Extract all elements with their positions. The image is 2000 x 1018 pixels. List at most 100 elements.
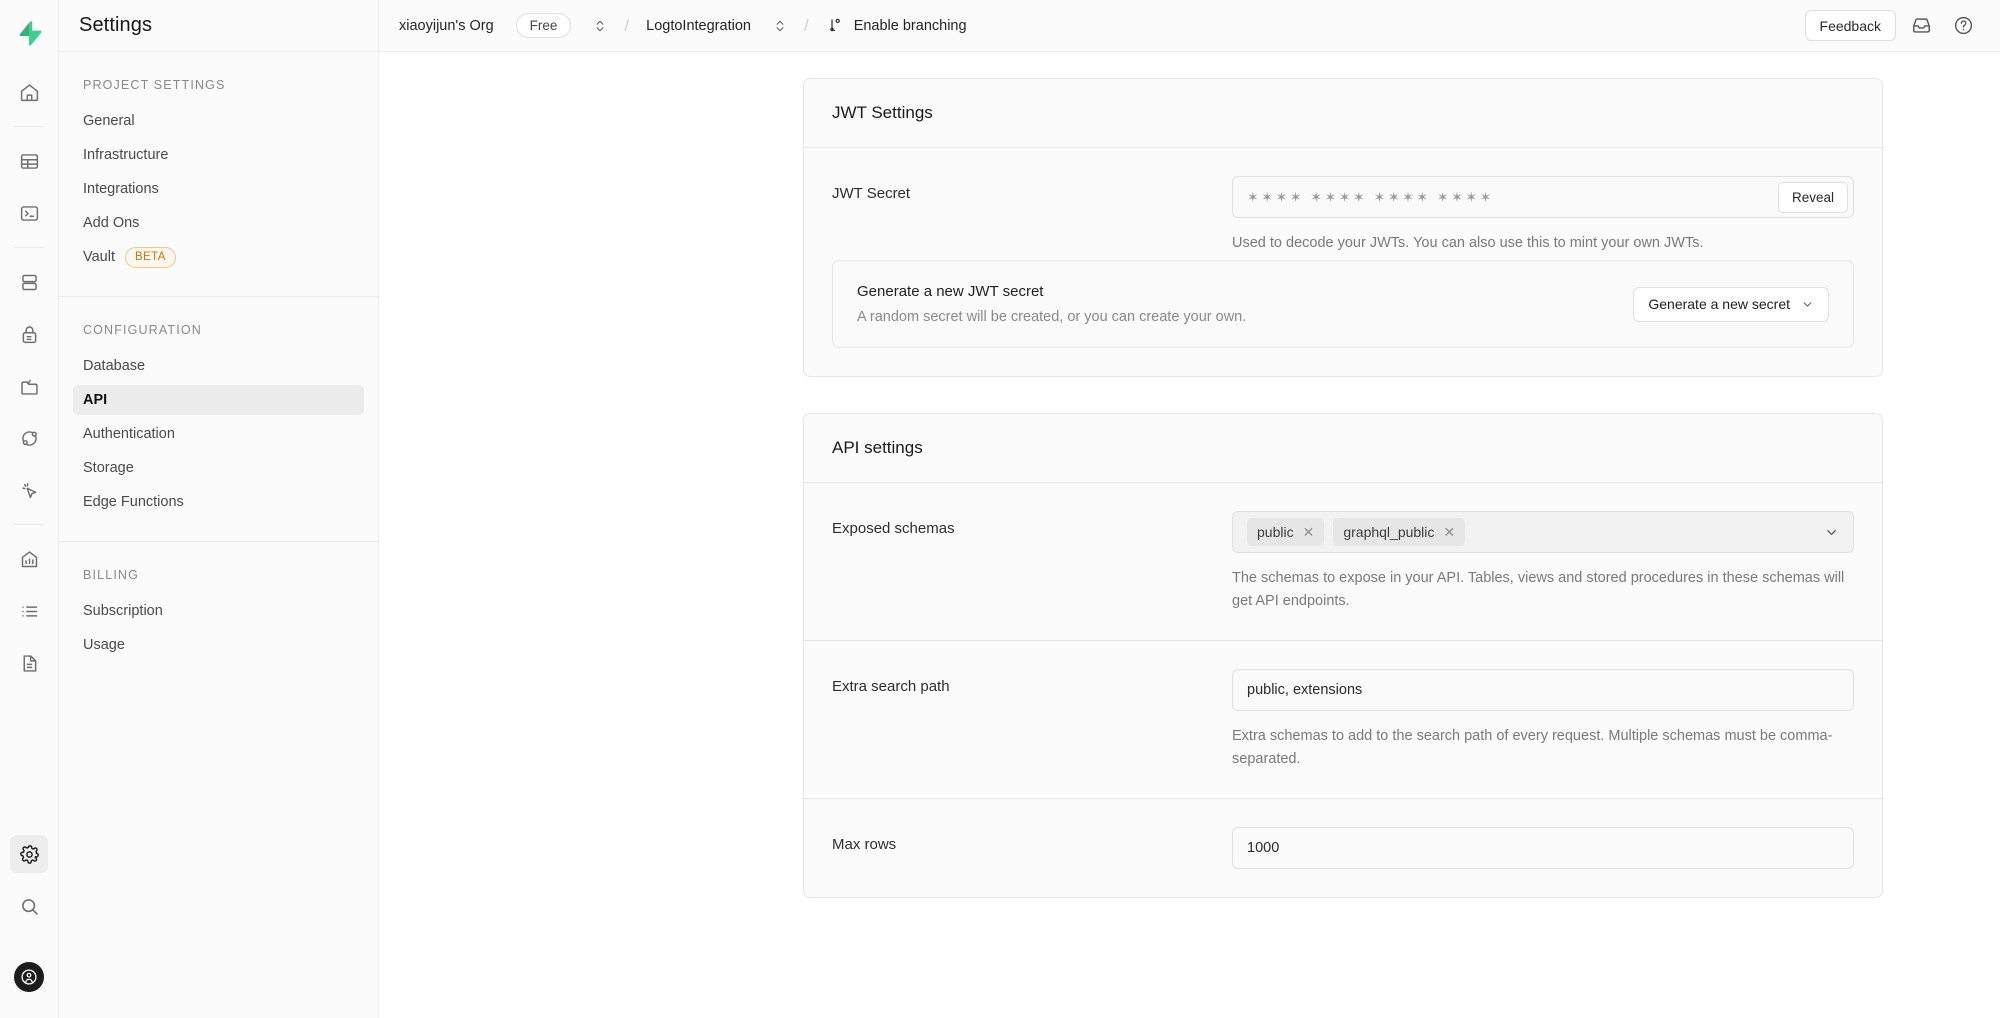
api-settings-card: API settings Exposed schemas public ✕	[803, 413, 1883, 898]
sidebar-item-vault[interactable]: Vault BETA	[73, 242, 364, 272]
rail-divider	[14, 247, 44, 248]
jwt-settings-card: JWT Settings JWT Secret ✶✶✶✶ ✶✶✶✶ ✶✶✶✶ ✶…	[803, 78, 1883, 377]
sidebar-header: Settings	[59, 0, 378, 52]
max-rows-row: Max rows 1000	[804, 799, 1882, 897]
nav-section-configuration: CONFIGURATION Database API Authenticatio…	[59, 297, 378, 542]
api-card-title: API settings	[832, 438, 1854, 458]
exposed-schemas-help: The schemas to expose in your API. Table…	[1232, 567, 1852, 612]
chip-label: graphql_public	[1343, 524, 1434, 540]
sidebar-item-label: Subscription	[83, 603, 163, 619]
rail-item-api-docs[interactable]	[10, 644, 48, 682]
breadcrumb-org[interactable]: xiaoyijun's Org Free	[399, 13, 607, 38]
rail-item-project-settings[interactable]	[10, 835, 48, 873]
extra-search-path-label: Extra search path	[832, 669, 1232, 770]
extra-search-path-row: Extra search path public, extensions Ext…	[804, 641, 1882, 799]
help-circle-icon[interactable]	[1946, 9, 1980, 43]
generate-jwt-secret-panel: Generate a new JWT secret A random secre…	[832, 260, 1854, 348]
close-icon[interactable]: ✕	[1303, 525, 1315, 539]
rail-item-reports[interactable]	[10, 540, 48, 578]
rail-item-database[interactable]	[10, 263, 48, 301]
sidebar-item-label: Authentication	[83, 426, 175, 442]
app-root: Settings PROJECT SETTINGS General Infras…	[0, 0, 2000, 1018]
rail-item-table-editor[interactable]	[10, 142, 48, 180]
rail-item-edge-functions[interactable]	[10, 471, 48, 509]
sidebar-item-label: Usage	[83, 637, 125, 653]
sidebar-item-infrastructure[interactable]: Infrastructure	[73, 140, 364, 170]
rail-item-authentication[interactable]	[10, 315, 48, 353]
sidebar-item-label: Integrations	[83, 181, 159, 197]
chevron-up-down-icon[interactable]	[773, 19, 787, 33]
chevron-up-down-icon[interactable]	[593, 19, 607, 33]
reveal-button[interactable]: Reveal	[1778, 182, 1848, 213]
sidebar-item-label: Add Ons	[83, 215, 139, 231]
sidebar-item-label: Edge Functions	[83, 494, 184, 510]
breadcrumb-separator: /	[804, 16, 809, 36]
extra-search-path-value: public, extensions	[1247, 682, 1362, 698]
nav-section-project-settings: PROJECT SETTINGS General Infrastructure …	[59, 52, 378, 297]
max-rows-value: 1000	[1247, 840, 1279, 856]
rail-group-primary	[0, 66, 58, 118]
max-rows-field-wrap: 1000	[1232, 827, 1854, 869]
rail-item-sql-editor[interactable]	[10, 194, 48, 232]
main-area: xiaoyijun's Org Free / LogtoIntegration …	[379, 0, 2000, 1018]
extra-search-path-input[interactable]: public, extensions	[1232, 669, 1854, 711]
nav-heading-billing: BILLING	[73, 568, 364, 596]
feedback-button[interactable]: Feedback	[1805, 10, 1896, 41]
rail-item-realtime[interactable]	[10, 419, 48, 457]
extra-search-path-help: Extra schemas to add to the search path …	[1232, 725, 1852, 770]
chip-label: public	[1257, 524, 1294, 540]
chevron-down-icon	[1801, 298, 1814, 311]
supabase-logo-icon[interactable]	[0, 0, 58, 66]
schema-chip-public[interactable]: public ✕	[1247, 518, 1324, 546]
sidebar-item-general[interactable]: General	[73, 106, 364, 136]
rail-item-storage[interactable]	[10, 367, 48, 405]
jwt-secret-input[interactable]: ✶✶✶✶ ✶✶✶✶ ✶✶✶✶ ✶✶✶✶ Reveal	[1232, 176, 1854, 218]
jwt-secret-label: JWT Secret	[832, 176, 1232, 254]
user-avatar-icon[interactable]	[14, 962, 44, 992]
sidebar-item-edge-functions[interactable]: Edge Functions	[73, 487, 364, 517]
icon-rail	[0, 0, 59, 1018]
sidebar-item-database[interactable]: Database	[73, 351, 364, 381]
jwt-secret-row: JWT Secret ✶✶✶✶ ✶✶✶✶ ✶✶✶✶ ✶✶✶✶ Reveal Us…	[804, 148, 1882, 260]
settings-sidebar: Settings PROJECT SETTINGS General Infras…	[59, 0, 379, 1018]
rail-item-home[interactable]	[10, 73, 48, 111]
sidebar-item-integrations[interactable]: Integrations	[73, 174, 364, 204]
rail-item-logs[interactable]	[10, 592, 48, 630]
max-rows-input[interactable]: 1000	[1232, 827, 1854, 869]
jwt-secret-masked-value: ✶✶✶✶ ✶✶✶✶ ✶✶✶✶ ✶✶✶✶	[1247, 189, 1494, 206]
sidebar-item-add-ons[interactable]: Add Ons	[73, 208, 364, 238]
generate-button-label: Generate a new secret	[1648, 296, 1790, 312]
plan-badge[interactable]: Free	[516, 13, 572, 38]
sidebar-item-authentication[interactable]: Authentication	[73, 419, 364, 449]
jwt-card-title: JWT Settings	[832, 103, 1854, 123]
api-card-header: API settings	[804, 414, 1882, 483]
sidebar-item-subscription[interactable]: Subscription	[73, 596, 364, 626]
content-column: JWT Settings JWT Secret ✶✶✶✶ ✶✶✶✶ ✶✶✶✶ ✶…	[803, 78, 1883, 898]
schema-chip-graphql-public[interactable]: graphql_public ✕	[1333, 518, 1465, 546]
git-branch-icon	[826, 17, 843, 34]
generate-panel-title: Generate a new JWT secret	[857, 283, 1246, 300]
sidebar-item-storage[interactable]: Storage	[73, 453, 364, 483]
exposed-schemas-label: Exposed schemas	[832, 511, 1232, 612]
generate-panel-text: Generate a new JWT secret A random secre…	[857, 283, 1246, 325]
close-icon[interactable]: ✕	[1443, 525, 1455, 539]
org-name: xiaoyijun's Org	[399, 18, 494, 34]
chevron-down-icon[interactable]	[1824, 525, 1839, 540]
enable-branching-label: Enable branching	[854, 18, 967, 34]
sidebar-item-usage[interactable]: Usage	[73, 630, 364, 660]
sidebar-item-label: API	[83, 392, 107, 408]
exposed-schemas-select[interactable]: public ✕ graphql_public ✕	[1232, 511, 1854, 553]
sidebar-item-label: Storage	[83, 460, 134, 476]
jwt-secret-help: Used to decode your JWTs. You can also u…	[1232, 232, 1852, 254]
beta-badge: BETA	[125, 247, 176, 268]
generate-new-secret-button[interactable]: Generate a new secret	[1633, 287, 1829, 322]
breadcrumb-project[interactable]: LogtoIntegration	[646, 18, 787, 34]
rail-item-search[interactable]	[10, 887, 48, 925]
enable-branching-button[interactable]: Enable branching	[826, 17, 967, 34]
top-breadcrumb-bar: xiaoyijun's Org Free / LogtoIntegration …	[379, 0, 2000, 52]
exposed-schemas-field-wrap: public ✕ graphql_public ✕	[1232, 511, 1854, 612]
sidebar-item-api[interactable]: API	[73, 385, 364, 415]
rail-divider	[14, 524, 44, 525]
extra-search-path-field-wrap: public, extensions Extra schemas to add …	[1232, 669, 1854, 770]
inbox-icon[interactable]	[1904, 9, 1938, 43]
